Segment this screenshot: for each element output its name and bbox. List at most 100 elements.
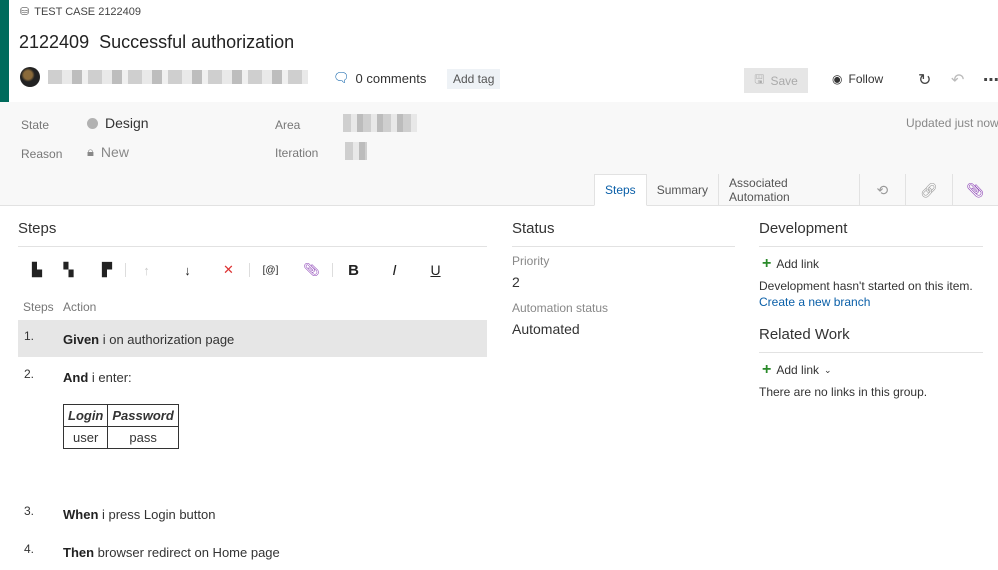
save-label: Save	[770, 73, 798, 88]
delete-step-icon[interactable]: ✕	[208, 260, 249, 280]
tab-associated-automation[interactable]: Associated Automation	[718, 174, 859, 206]
step-action-text: i enter:	[88, 370, 132, 385]
move-up-icon[interactable]: ↑	[126, 260, 167, 280]
comments-count: 0 comments	[355, 70, 427, 86]
move-down-icon[interactable]: ↓	[167, 260, 208, 280]
priority-label: Priority	[512, 254, 550, 268]
priority-value[interactable]: 2	[512, 274, 520, 290]
step-action[interactable]: Then browser redirect on Home page	[63, 545, 280, 560]
step-keyword: And	[63, 370, 89, 385]
plus-icon: +	[762, 361, 772, 378]
history-icon[interactable]: ⟲	[858, 174, 905, 206]
insert-shared-steps-icon[interactable]: ▚	[48, 260, 89, 280]
steps-section-title: Steps	[18, 220, 57, 237]
comment-icon: 🗨	[333, 70, 350, 85]
step-row[interactable]: 4. Then browser redirect on Home page	[18, 535, 487, 569]
avatar	[20, 67, 40, 87]
step-number: 2.	[24, 367, 35, 381]
lock-icon: 🔒︎	[87, 144, 94, 159]
work-item-color-bar	[0, 0, 9, 102]
add-related-link-button[interactable]: + Add link ⌄	[762, 361, 832, 378]
insert-parameter-button[interactable]: [@]	[250, 260, 291, 280]
assigned-to[interactable]	[20, 67, 308, 87]
state-field[interactable]: Design	[87, 115, 149, 131]
steps-toolbar: ▙ ▚ ▛ ↑ ↓ ✕ [@] 📎︎ B I U	[26, 260, 456, 280]
parameter-table: Login Password user pass	[62, 404, 179, 449]
step-action[interactable]: Given i on authorization page	[63, 332, 234, 347]
action-column-header: Action	[63, 300, 97, 314]
step-row[interactable]: 1. Given i on authorization page	[18, 320, 487, 357]
owner-name-redacted	[48, 70, 308, 84]
create-shared-steps-icon[interactable]: ▛	[89, 260, 125, 280]
step-number: 4.	[24, 542, 35, 556]
state-label: State	[21, 118, 50, 132]
parameter-header: Login	[62, 404, 109, 427]
state-dot-icon	[87, 117, 98, 129]
step-keyword: When	[63, 507, 99, 522]
work-item-title[interactable]: Successful authorization	[99, 32, 294, 52]
step-action[interactable]: When i press Login button	[63, 507, 215, 522]
insert-step-icon[interactable]: ▙	[26, 260, 48, 280]
links-icon[interactable]: 🔗︎	[905, 174, 951, 206]
add-link-button[interactable]: + Add link	[762, 255, 820, 272]
attachment-icon[interactable]: 📎︎	[291, 260, 332, 280]
tab-summary[interactable]: Summary	[647, 174, 718, 206]
work-item-type-label: TEST CASE 2122409	[34, 5, 142, 18]
add-link-label: Add link	[776, 257, 820, 271]
refresh-icon[interactable]: ↻	[918, 70, 931, 90]
step-keyword: Given	[63, 332, 100, 347]
step-keyword: Then	[63, 545, 95, 560]
automation-status-label: Automation status	[512, 301, 609, 315]
step-action-text: browser redirect on Home page	[94, 545, 280, 560]
updated-text: Updated just now	[906, 116, 998, 130]
plus-icon: +	[762, 255, 772, 272]
chevron-down-icon: ⌄	[824, 364, 832, 375]
eye-icon: ◉	[832, 72, 843, 86]
related-work-section-title: Related Work	[759, 326, 850, 343]
iteration-label: Iteration	[275, 146, 319, 160]
more-actions-icon[interactable]: ⋯	[983, 70, 998, 90]
reason-label: Reason	[21, 147, 63, 161]
italic-button[interactable]: I	[374, 260, 415, 280]
create-branch-link[interactable]: Create a new branch	[759, 295, 870, 309]
step-action-text: i press Login button	[98, 507, 216, 522]
divider	[512, 246, 735, 247]
work-item-type: ⛁ TEST CASE 2122409	[20, 5, 142, 19]
status-section-title: Status	[512, 220, 555, 237]
parameter-header: Password	[107, 404, 179, 427]
area-value-redacted[interactable]	[343, 114, 417, 132]
step-row[interactable]: 3. When i press Login button	[18, 497, 487, 533]
reason-value: New	[100, 144, 129, 160]
add-tag-button[interactable]: Add tag	[447, 69, 501, 89]
comments-link[interactable]: 🗨 0 comments	[333, 70, 426, 86]
bold-button[interactable]: B	[333, 260, 374, 280]
development-status-text: Development hasn't started on this item.	[759, 279, 973, 293]
underline-button[interactable]: U	[415, 260, 456, 280]
undo-icon[interactable]: ↶	[951, 70, 964, 90]
automation-status-value[interactable]: Automated	[512, 321, 580, 337]
follow-label: Follow	[848, 72, 884, 86]
step-action[interactable]: And i enter:	[63, 370, 132, 385]
tab-steps[interactable]: Steps	[594, 174, 647, 206]
reason-field[interactable]: 🔒︎ New	[87, 144, 129, 160]
step-number: 3.	[24, 504, 35, 518]
iteration-value-redacted[interactable]	[345, 142, 367, 160]
divider	[18, 246, 487, 247]
attachment-icon[interactable]: 📎︎	[951, 174, 998, 206]
parameter-header-row: Login Password	[62, 404, 179, 427]
save-button[interactable]: 🖫 Save	[744, 68, 808, 93]
area-label: Area	[275, 118, 301, 132]
divider	[759, 246, 983, 247]
save-icon: 🖫	[754, 72, 765, 86]
test-case-icon: ⛁	[20, 6, 30, 18]
related-work-empty-text: There are no links in this group.	[759, 385, 928, 399]
development-section-title: Development	[759, 220, 848, 237]
divider	[759, 352, 983, 353]
follow-button[interactable]: ◉ Follow	[832, 72, 883, 86]
tab-bar: Steps Summary Associated Automation ⟲ 🔗︎…	[594, 174, 998, 206]
steps-column-header: Steps	[23, 300, 54, 314]
step-action-text: i on authorization page	[99, 332, 235, 347]
step-number: 1.	[24, 329, 35, 343]
add-link-label: Add link	[776, 363, 820, 377]
page-title[interactable]: 2122409 Successful authorization	[19, 32, 294, 53]
